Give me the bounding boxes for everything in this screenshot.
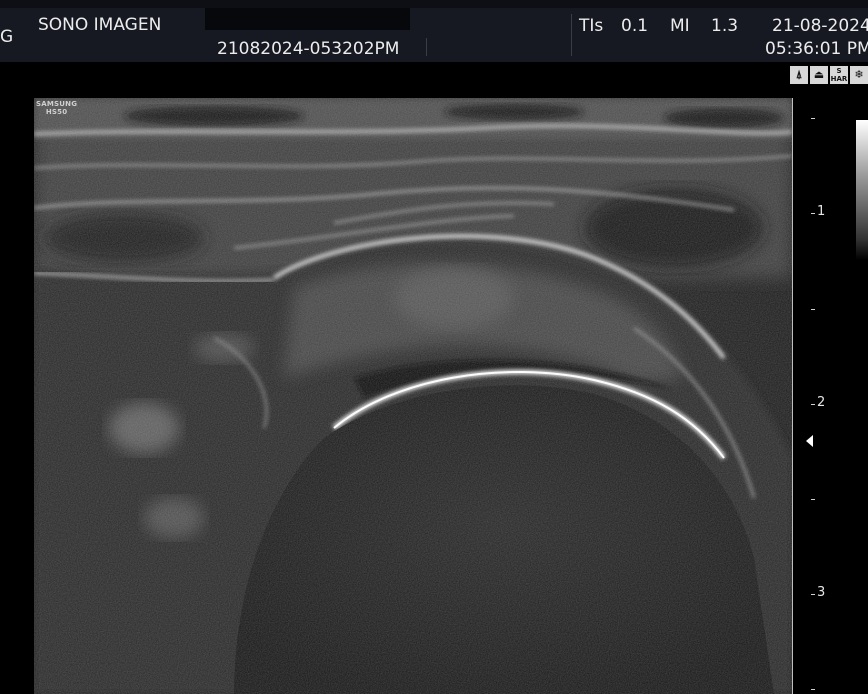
depth-tick bbox=[811, 404, 815, 405]
depth-tick bbox=[811, 118, 815, 119]
tis-value: 0.1 bbox=[621, 16, 649, 36]
brand-manufacturer: SAMSUNG bbox=[36, 100, 78, 108]
tis-label: TIs bbox=[579, 16, 604, 36]
mode-icon-strip: ⍋ ⏏ S HAR ❄ bbox=[790, 66, 868, 84]
grayscale-map-bar bbox=[856, 120, 868, 260]
study-id: 21082024-053202PM bbox=[217, 39, 400, 59]
depth-tick bbox=[811, 689, 815, 690]
header-separator bbox=[426, 38, 427, 56]
institution-name: SONO IMAGEN bbox=[38, 15, 162, 35]
depth-label-3: 3 bbox=[817, 585, 826, 600]
mi-value: 1.3 bbox=[711, 16, 739, 36]
brand-tag: SAMSUNG HS50 bbox=[36, 100, 77, 116]
depth-tick bbox=[811, 499, 815, 500]
image-border-line bbox=[792, 98, 793, 694]
header-left-fragment: G bbox=[0, 27, 14, 47]
depth-tick bbox=[811, 309, 815, 310]
ultrasound-screen: G SONO IMAGEN 21082024-053202PM TIs 0.1 … bbox=[0, 0, 868, 694]
header-bar: G SONO IMAGEN 21082024-053202PM TIs 0.1 … bbox=[0, 0, 868, 62]
depth-label-1: 1 bbox=[817, 204, 826, 219]
freeze-icon[interactable]: ❄ bbox=[850, 66, 868, 84]
exam-date: 21-08-2024 bbox=[772, 16, 868, 36]
header-cell-blank bbox=[205, 8, 410, 30]
depth-tick bbox=[811, 213, 815, 214]
ultrasound-texture bbox=[34, 98, 792, 694]
frame-icon[interactable]: ⏏ bbox=[810, 66, 828, 84]
probe-icon[interactable]: ⍋ bbox=[790, 66, 808, 84]
har-icon[interactable]: S HAR bbox=[830, 66, 848, 84]
mi-label: MI bbox=[670, 16, 690, 36]
focus-marker-icon[interactable] bbox=[806, 435, 813, 447]
depth-label-2: 2 bbox=[817, 395, 826, 410]
brand-model: HS50 bbox=[45, 108, 68, 116]
ultrasound-image[interactable] bbox=[34, 98, 792, 694]
header-separator bbox=[571, 14, 572, 56]
exam-time: 05:36:01 PM bbox=[765, 39, 868, 59]
depth-tick bbox=[811, 594, 815, 595]
